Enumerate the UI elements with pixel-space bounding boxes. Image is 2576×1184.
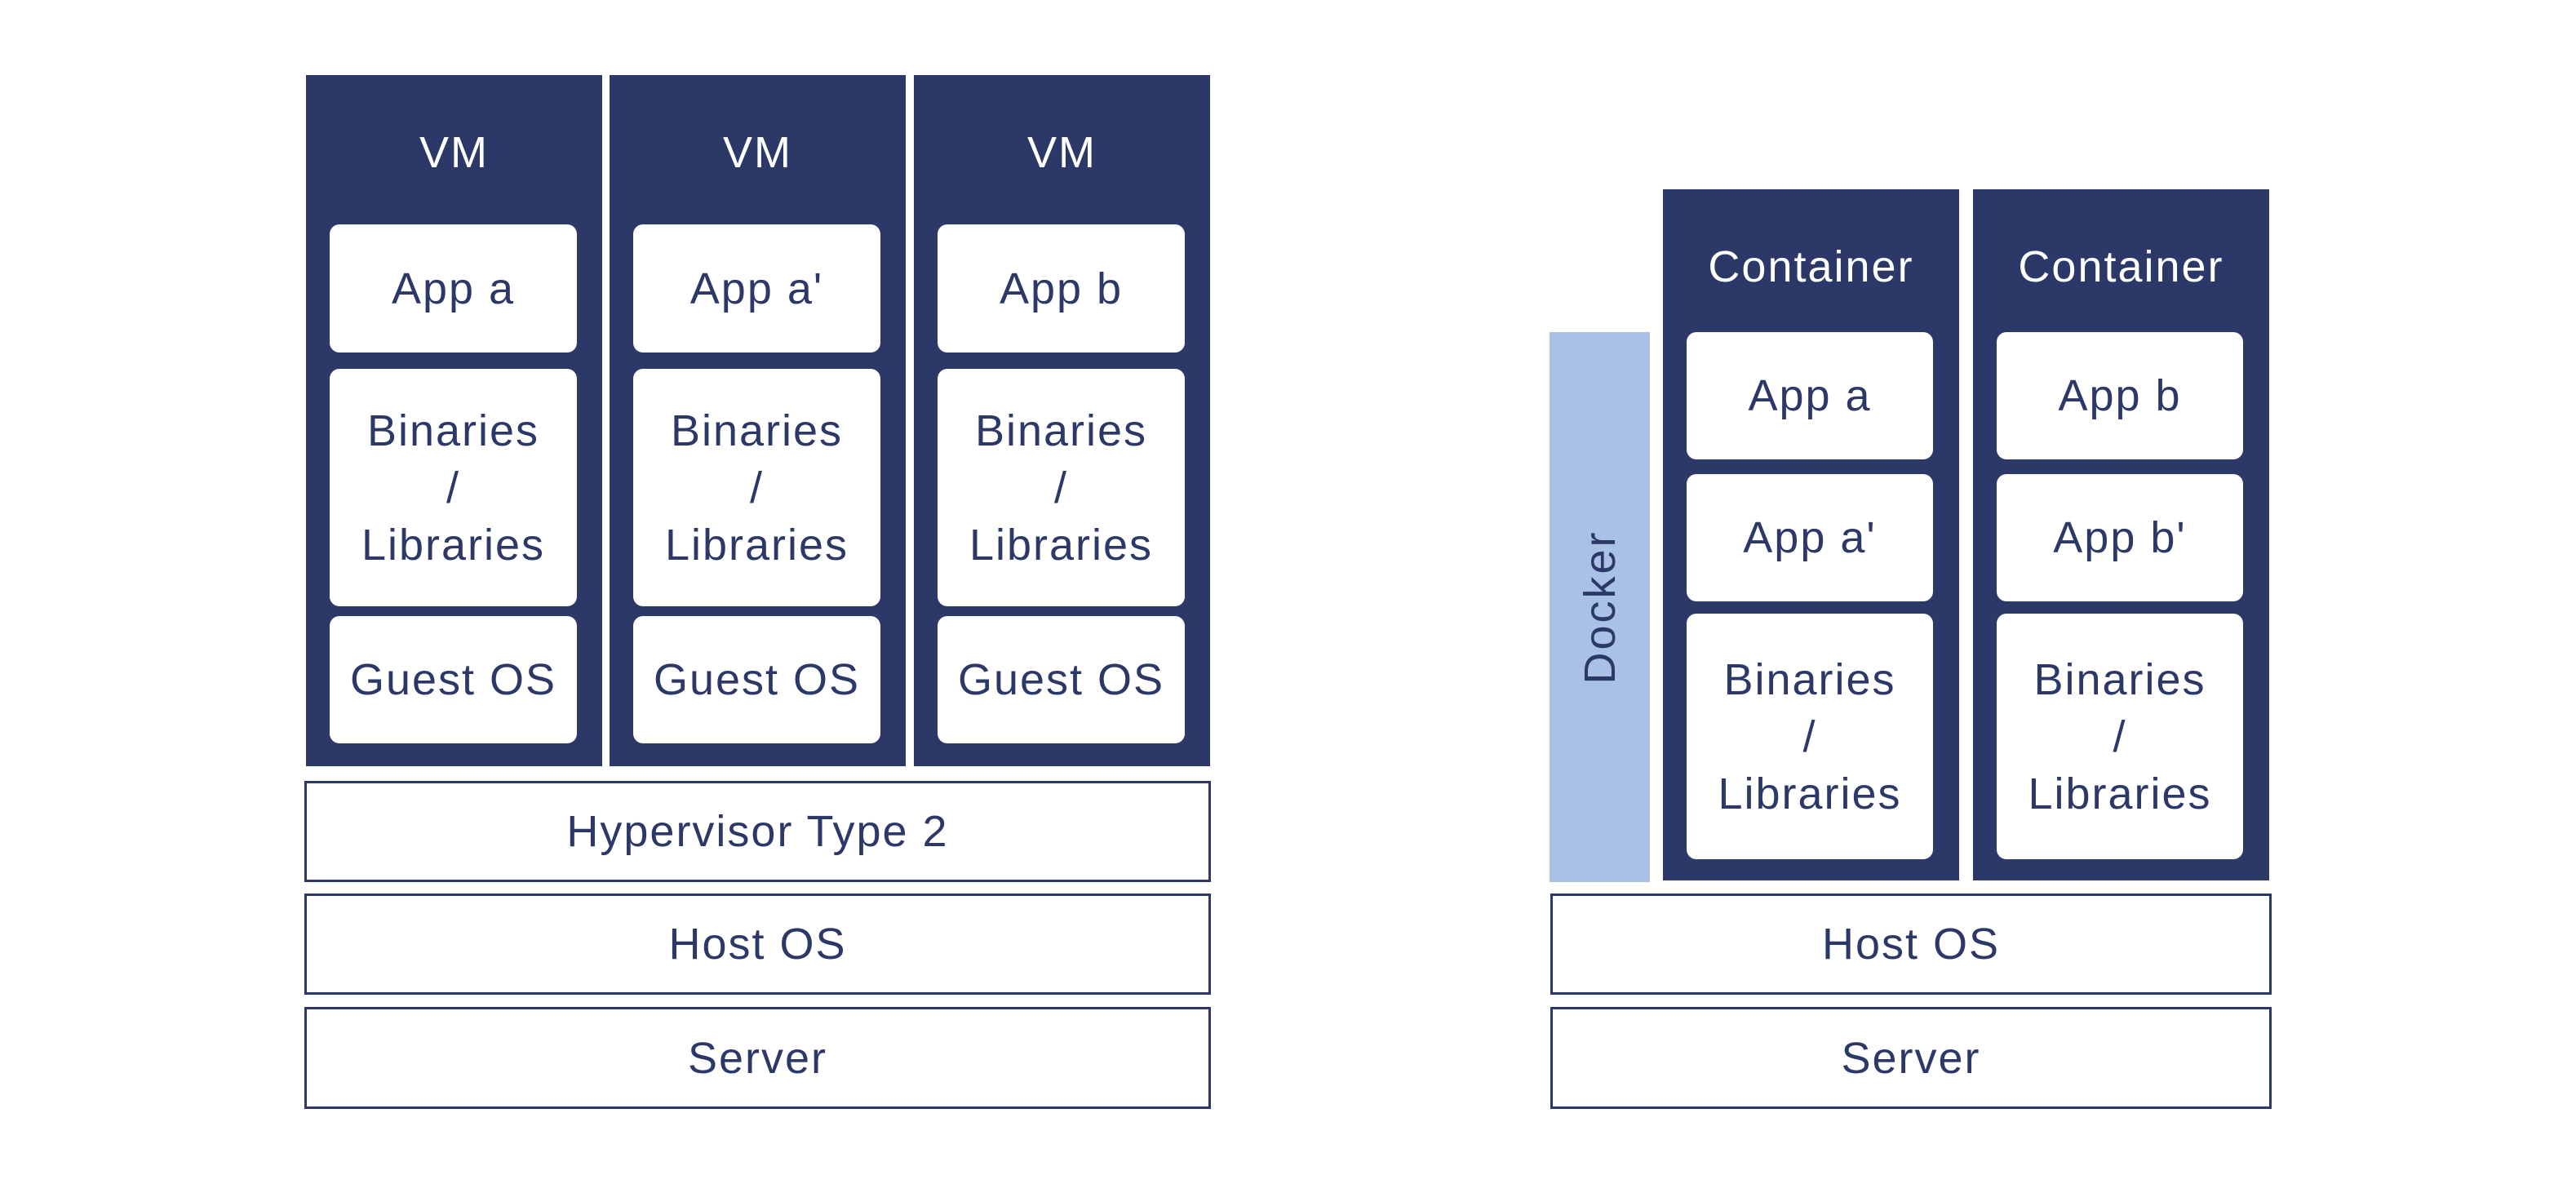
app-label: App b [2058, 371, 2182, 420]
server-label: Server [687, 1033, 828, 1083]
app-label: App a [391, 264, 516, 313]
guest-os-label: Guest OS [653, 655, 861, 704]
vm-column: VM App a' Binaries / Libraries Guest OS [610, 75, 906, 766]
separator-label: / [749, 463, 764, 512]
libraries-label: Libraries [969, 520, 1154, 570]
server-label: Server [1841, 1033, 1981, 1083]
binaries-label: Binaries [2033, 654, 2206, 704]
guest-os-label: Guest OS [957, 655, 1165, 704]
host-os-box: Host OS [1550, 894, 2272, 995]
app-box: App a' [1687, 474, 1933, 601]
vm-title: VM [1027, 128, 1097, 177]
host-os-label: Host OS [668, 920, 847, 969]
app-box: App b [938, 224, 1185, 353]
hypervisor-box: Hypervisor Type 2 [304, 781, 1211, 882]
app-label: App a' [689, 264, 824, 313]
app-label: App b' [2053, 513, 2187, 562]
guest-os-box: Guest OS [938, 616, 1185, 743]
app-box: App b' [1997, 474, 2243, 601]
guest-os-box: Guest OS [330, 616, 577, 743]
separator-label: / [1053, 463, 1068, 512]
separator-label: / [446, 463, 460, 512]
binaries-label: Binaries [366, 406, 540, 455]
app-box: App a' [633, 224, 880, 353]
libraries-label: Libraries [1718, 769, 1902, 818]
app-label: App b [999, 264, 1124, 313]
binaries-libraries-box: Binaries / Libraries [938, 369, 1185, 606]
container-column: Container App b App b' Binaries / Librar… [1973, 189, 2269, 880]
binaries-libraries-box: Binaries / Libraries [633, 369, 880, 606]
binaries-label: Binaries [1723, 654, 1896, 704]
libraries-label: Libraries [361, 520, 546, 570]
libraries-label: Libraries [2028, 769, 2212, 818]
guest-os-label: Guest OS [349, 655, 557, 704]
host-os-box: Host OS [304, 894, 1211, 995]
separator-label: / [2113, 712, 2127, 761]
app-box: App a [330, 224, 577, 353]
container-column: Container App a App a' Binaries / Librar… [1663, 189, 1959, 880]
binaries-label: Binaries [670, 406, 844, 455]
vm-column: VM App a Binaries / Libraries Guest OS [306, 75, 602, 766]
app-label: App a' [1743, 513, 1877, 562]
binaries-libraries-box: Binaries / Libraries [330, 369, 577, 606]
docker-engine-bar: Docker [1550, 332, 1650, 882]
app-box: App a [1687, 332, 1933, 459]
docker-label: Docker [1575, 530, 1625, 685]
separator-label: / [1802, 712, 1817, 761]
container-title: Container [1708, 242, 1914, 291]
binaries-label: Binaries [974, 406, 1148, 455]
app-box: App b [1997, 332, 2243, 459]
guest-os-box: Guest OS [633, 616, 880, 743]
app-label: App a [1748, 371, 1872, 420]
binaries-libraries-box: Binaries / Libraries [1687, 614, 1933, 859]
libraries-label: Libraries [664, 520, 849, 570]
vm-column: VM App b Binaries / Libraries Guest OS [914, 75, 1210, 766]
container-title: Container [2018, 242, 2224, 291]
server-box: Server [1550, 1007, 2272, 1109]
vm-title: VM [723, 128, 792, 177]
server-box: Server [304, 1007, 1211, 1109]
binaries-libraries-box: Binaries / Libraries [1997, 614, 2243, 859]
host-os-label: Host OS [1821, 920, 2001, 969]
hypervisor-label: Hypervisor Type 2 [566, 807, 949, 856]
vm-title: VM [419, 128, 489, 177]
